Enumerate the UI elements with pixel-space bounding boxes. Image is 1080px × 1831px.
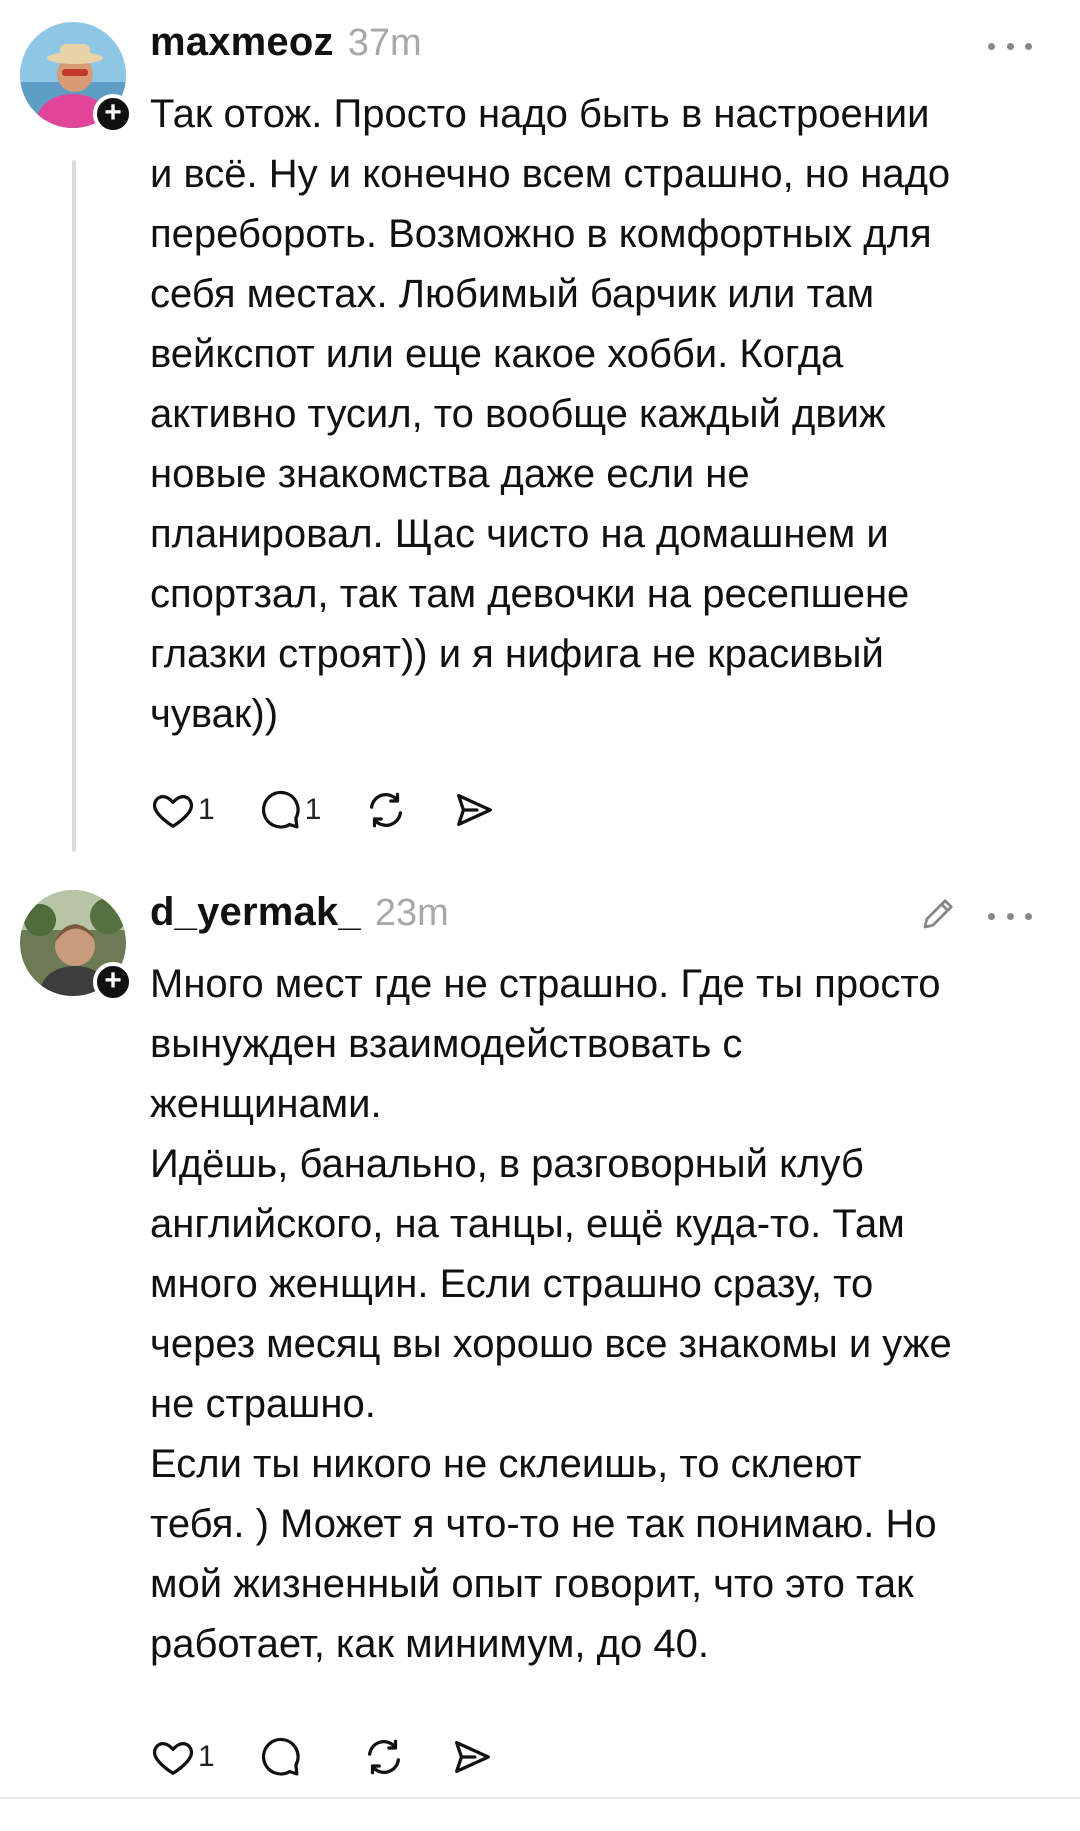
text-line: Идёшь, банально, в разговорный клуб [150,1142,864,1186]
more-icon[interactable] [988,36,1032,56]
text-line: спортзал, так там девочки на ресепшене [150,572,910,616]
text-line: и всё. Ну и конечно всем страшно, но над… [150,152,951,196]
comment-icon [261,1737,300,1776]
text-line: английского, на танцы, ещё куда-то. Там [150,1202,905,1246]
post: + maxmeoz 37m Так отож. Просто надо быть… [0,0,1080,870]
timestamp: 37m [347,22,422,64]
post-text: Много мест где не страшно. Где ты просто… [150,954,1050,1674]
text-line: чувак)) [150,692,279,736]
share-button[interactable] [449,1732,495,1782]
repost-button[interactable] [363,785,409,835]
like-count: 1 [198,793,215,826]
timestamp: 23m [374,892,449,934]
reply-button[interactable]: 1 [257,785,322,835]
text-line: много женщин. Если страшно сразу, то [150,1262,874,1306]
text-line: активно тусил, то вообще каждый движ [150,392,886,436]
text-line: вынужден взаимодействовать с [150,1022,743,1066]
comment-icon [261,790,300,829]
text-line: тебя. ) Может я что-то не так понимаю. Н… [150,1502,937,1546]
text-line: новые знакомства даже если не [150,452,750,496]
like-button[interactable]: 1 [150,785,215,835]
action-bar: 1 [150,1732,537,1782]
action-bar: 1 1 [150,785,539,835]
share-button[interactable] [451,785,497,835]
text-line: глазки строят)) и я нифига не красивый [150,632,884,676]
username[interactable]: d_yermak_ [150,890,361,935]
text-line: Если ты никого не склеишь, то склеют [150,1442,862,1486]
text-line: Много мест где не страшно. Где ты просто [150,962,941,1006]
like-count: 1 [198,1740,215,1773]
thread-line [72,160,76,852]
send-icon [457,793,493,827]
more-icon[interactable] [988,906,1032,926]
text-line: перебороть. Возможно в комфортных для [150,212,932,256]
repost-button[interactable] [361,1732,407,1782]
repost-icon [370,792,403,828]
heart-icon [152,794,194,828]
heart-icon [152,1741,194,1775]
send-icon [454,1740,490,1774]
reply-count: 1 [304,793,322,826]
text-line: не страшно. [150,1382,376,1426]
reply-button[interactable] [257,1732,319,1782]
text-line: через месяц вы хорошо все знакомы и уже [150,1322,952,1366]
text-line: себя местах. Любимый барчик или там [150,272,875,316]
post-header: maxmeoz 37m [150,20,422,70]
username[interactable]: maxmeoz [150,20,334,65]
text-line: женщинами. [150,1082,382,1126]
repost-icon [367,1739,400,1775]
text-line: вейкспот или еще какое хобби. Когда [150,332,844,376]
text-line: планировал. Щас чисто на домашнем и [150,512,889,556]
post: + d_yermak_ 23m Много мест где не страшн… [0,870,1080,1790]
follow-plus-icon[interactable]: + [93,94,133,134]
post-header: d_yermak_ 23m [150,890,449,940]
pencil-icon[interactable] [918,892,960,934]
text-line: мой жизненный опыт говорит, что это так [150,1562,914,1606]
follow-plus-icon[interactable]: + [93,962,133,1002]
like-button[interactable]: 1 [150,1732,215,1782]
post-text: Так отож. Просто надо быть в настроении … [150,84,1050,744]
text-line: работает, как минимум, до 40. [150,1622,709,1666]
divider [0,1797,1080,1799]
text-line: Так отож. Просто надо быть в настроении [150,92,930,136]
